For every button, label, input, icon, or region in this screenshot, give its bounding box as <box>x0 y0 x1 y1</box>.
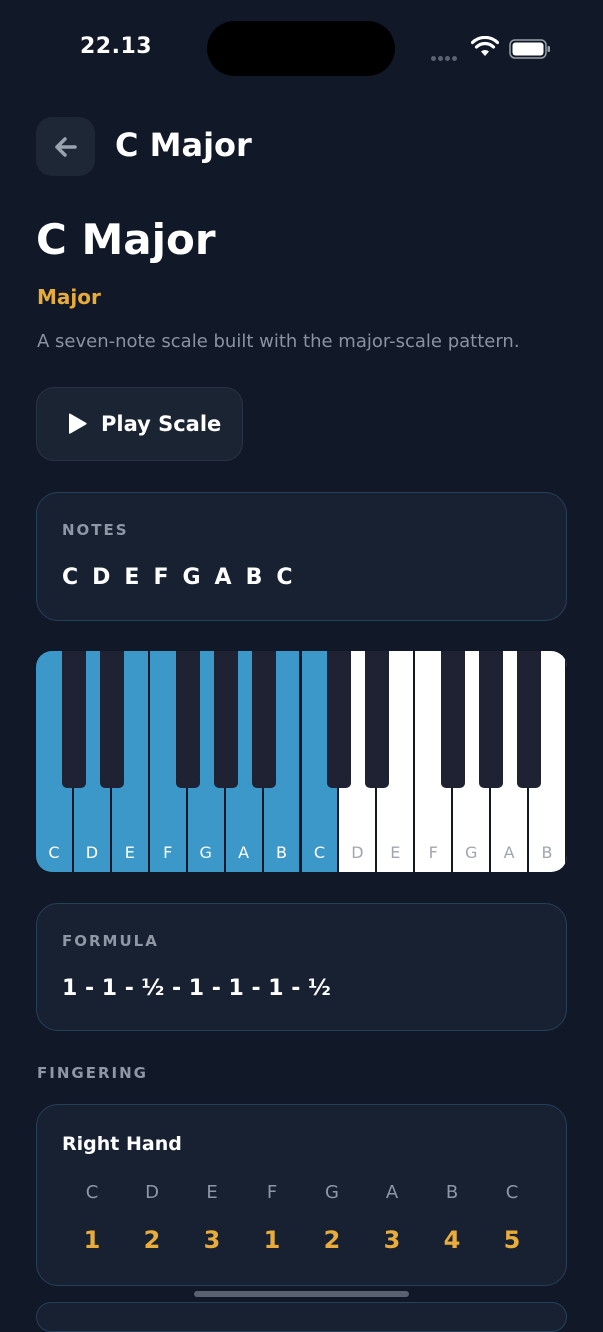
dynamic-island <box>207 21 395 76</box>
fingering-card-right-hand: Right Hand C 1 D 2 E 3 F 1 G 2 A 3 B 4 C… <box>36 1104 567 1286</box>
piano-black-key[interactable] <box>61 651 86 788</box>
finger-note: D <box>145 1182 159 1203</box>
piano-black-key[interactable] <box>365 651 390 788</box>
note-item: D <box>92 565 111 590</box>
wifi-icon <box>471 36 499 56</box>
piano-black-key[interactable] <box>479 651 504 788</box>
formula-label: FORMULA <box>62 932 159 950</box>
piano-key-label: G <box>464 843 478 862</box>
play-scale-button[interactable]: Play Scale <box>36 387 243 461</box>
finger-note: F <box>266 1182 278 1203</box>
notes-label: NOTES <box>62 521 129 539</box>
note-item: B <box>245 565 263 590</box>
piano-key-label: C <box>48 843 60 862</box>
piano-key-label: A <box>238 843 250 862</box>
formula-card: FORMULA 1 - 1 - ½ - 1 - 1 - 1 - ½ <box>36 903 567 1031</box>
piano-black-key[interactable] <box>99 651 124 788</box>
piano-key-label: A <box>503 843 515 862</box>
piano-black-key[interactable] <box>251 651 276 788</box>
piano-key-label: B <box>276 843 288 862</box>
finger-number: 2 <box>143 1226 161 1254</box>
piano-key-label: D <box>351 843 364 862</box>
notes-list: C D E F G A B C <box>62 565 307 590</box>
finger-note: G <box>325 1182 339 1203</box>
note-item: F <box>153 565 169 590</box>
finger-number: 4 <box>443 1226 461 1254</box>
status-time: 22.13 <box>80 34 153 59</box>
piano-keyboard: CDEFGABCDEFGAB <box>36 651 567 872</box>
piano-key-label: F <box>428 843 438 862</box>
nav-title: C Major <box>115 126 252 164</box>
piano-key-label: D <box>85 843 99 862</box>
fingering-section-label: FINGERING <box>37 1064 148 1082</box>
home-indicator <box>194 1291 409 1297</box>
formula-value: 1 - 1 - ½ - 1 - 1 - 1 - ½ <box>62 976 331 1001</box>
hand-title: Right Hand <box>62 1133 182 1155</box>
play-icon <box>69 413 87 434</box>
finger-note: C <box>85 1182 99 1203</box>
scale-description: A seven-note scale built with the major-… <box>37 331 520 352</box>
finger-number: 3 <box>383 1226 401 1254</box>
note-item: E <box>124 565 140 590</box>
piano-key-label: E <box>390 843 401 862</box>
note-item: G <box>182 565 201 590</box>
next-card-partial <box>36 1302 567 1332</box>
battery-icon <box>509 39 550 59</box>
finger-note: C <box>505 1182 519 1203</box>
piano-key-label: F <box>163 843 173 862</box>
arrow-left-icon <box>54 136 77 157</box>
status-icons <box>431 36 551 61</box>
piano-key-label: C <box>313 843 326 862</box>
note-item: C <box>276 565 293 590</box>
cellular-signal-icon <box>431 46 459 65</box>
scale-type-label: Major <box>37 285 101 309</box>
notes-card: NOTES <box>36 492 567 621</box>
piano-key-label: E <box>124 843 135 862</box>
note-item: C <box>62 565 79 590</box>
finger-note: B <box>445 1182 459 1203</box>
note-item: A <box>214 565 232 590</box>
piano-black-key[interactable] <box>175 651 200 788</box>
finger-number: 1 <box>83 1226 101 1254</box>
back-button[interactable] <box>36 117 95 176</box>
finger-number: 5 <box>503 1226 521 1254</box>
piano-black-key[interactable] <box>441 651 466 788</box>
finger-number: 3 <box>203 1226 221 1254</box>
play-scale-label: Play Scale <box>101 412 222 436</box>
piano-black-key[interactable] <box>213 651 238 788</box>
piano-key-label: G <box>199 843 212 862</box>
finger-note: A <box>385 1182 399 1203</box>
finger-number: 2 <box>323 1226 341 1254</box>
piano-black-key[interactable] <box>327 651 352 788</box>
page-title: C Major <box>36 215 216 264</box>
piano-black-key[interactable] <box>517 651 542 788</box>
piano-key-label: B <box>541 843 553 862</box>
finger-note: E <box>206 1182 218 1203</box>
finger-number: 1 <box>263 1226 281 1254</box>
